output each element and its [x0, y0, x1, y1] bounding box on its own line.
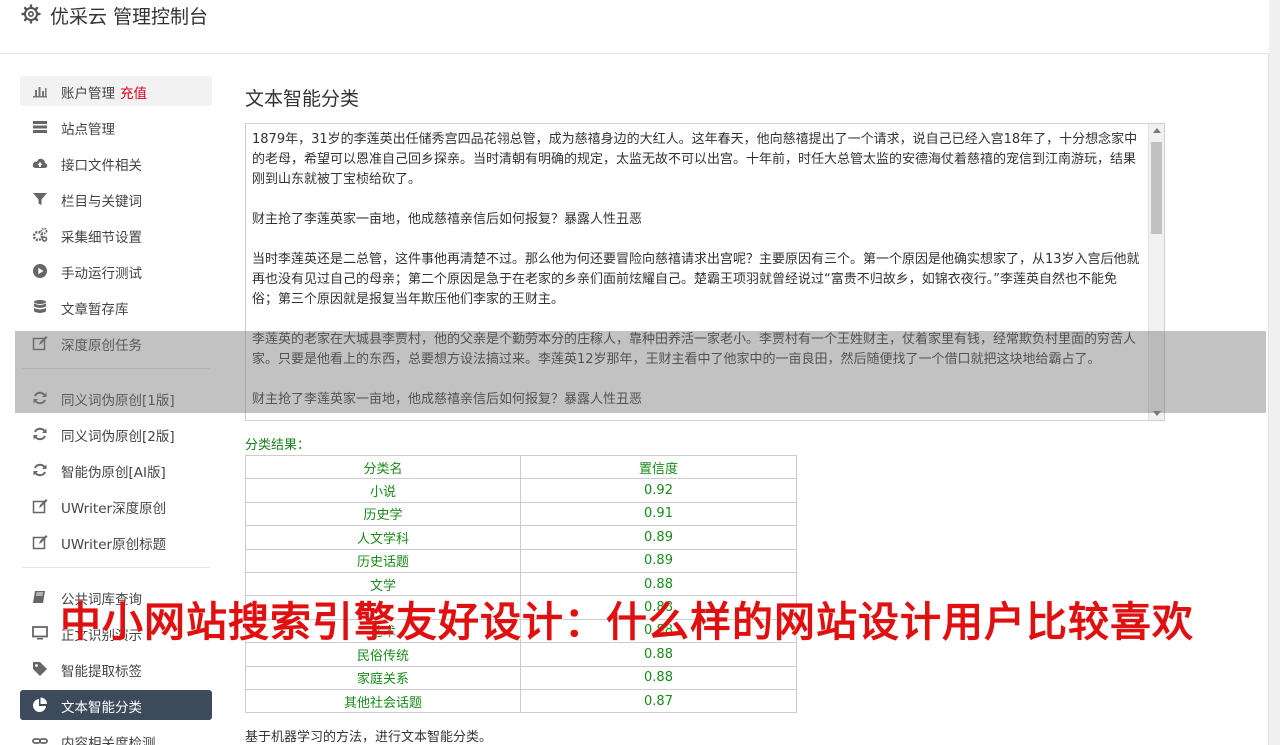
footnote-text: 基于机器学习的方法，进行文本智能分类。: [245, 730, 493, 745]
sidebar-item-label: 同义词伪原创[1版]: [61, 393, 175, 409]
column-header-confidence: 置信度: [520, 454, 797, 480]
sidebar-item-label: 手动运行测试: [61, 266, 142, 282]
category-cell: 家庭关系: [245, 665, 521, 690]
sidebar-item-ai-rewrite[interactable]: 智能伪原创[AI版]: [20, 455, 212, 485]
window-gutter: [1270, 0, 1280, 745]
scroll-down-arrow-icon[interactable]: [1153, 411, 1161, 416]
sidebar-item-uwriter-deep[interactable]: UWriter深度原创: [20, 491, 212, 521]
table-row: 历史话题 0.89: [245, 548, 797, 573]
article-text[interactable]: 1879年，31岁的李莲英出任储秀宫四品花翎总管，成为慈禧身边的大红人。这年春天…: [252, 130, 1142, 420]
sidebar-item-account[interactable]: 账户管理 充值: [20, 76, 212, 106]
book-icon: [33, 591, 45, 603]
sidebar-item-label: 采集细节设置: [61, 230, 142, 246]
refresh-icon: [33, 391, 47, 405]
sidebar-item-label: 内容相关度检测: [61, 736, 156, 745]
table-row: 其他社会话题 0.87: [245, 688, 797, 714]
gears-icon: [32, 227, 48, 242]
link-icon: [32, 738, 48, 744]
sidebar-item-columns-keywords[interactable]: 栏目与关键词: [20, 184, 212, 214]
filter-icon: [33, 193, 47, 205]
table-row: 小说 0.92: [245, 478, 797, 503]
confidence-cell: 0.89: [520, 548, 797, 573]
bar-chart-icon: [33, 87, 47, 98]
sidebar-item-text-classification[interactable]: 文本智能分类: [20, 690, 212, 720]
table-row: 历史学 0.91: [245, 501, 797, 527]
edit-icon: [32, 499, 48, 514]
database-icon: [34, 300, 46, 313]
edit-icon: [32, 336, 48, 351]
sidebar-item-label: 账户管理: [61, 86, 115, 102]
refresh-icon: [33, 427, 47, 441]
refresh-icon: [33, 463, 47, 477]
tag-icon: [33, 662, 47, 676]
pie-chart-icon: [33, 697, 47, 712]
scrollbar-thumb[interactable]: [1151, 142, 1162, 234]
watermark-banner: 中小网站搜索引擎友好设计：什么样的网站设计用户比较喜欢: [60, 598, 1194, 646]
sidebar-item-interface-files[interactable]: 接口文件相关: [20, 148, 212, 178]
page-title: 文本智能分类: [245, 88, 360, 110]
edit-icon: [32, 535, 48, 550]
scroll-up-arrow-icon[interactable]: [1153, 128, 1161, 133]
confidence-cell: 0.89: [520, 525, 797, 550]
sidebar-item-sites[interactable]: 站点管理: [20, 112, 212, 142]
sidebar-item-deep-original[interactable]: 深度原创任务: [20, 328, 212, 358]
category-cell: 小说: [245, 478, 521, 503]
sidebar-item-label: UWriter深度原创: [61, 501, 167, 517]
sidebar-item-label: 栏目与关键词: [61, 194, 142, 210]
sidebar-item-manual-run[interactable]: 手动运行测试: [20, 256, 212, 286]
classification-table: 分类名 置信度 小说 0.92 历史学 0.91 人文学科 0.89 历史话题 0.89…: [245, 454, 797, 714]
table-row: 人文学科 0.89: [245, 525, 797, 550]
sidebar-item-uwriter-title[interactable]: UWriter原创标题: [20, 527, 212, 557]
article-paragraph: 财主抢了李莲英家一亩地，他成慈禧亲信后如何报复？暴露人性丑恶: [252, 392, 643, 407]
sidebar-item-label: 智能提取标签: [61, 664, 142, 680]
sidebar-item-label: 深度原创任务: [61, 338, 142, 354]
sidebar-item-synonym-v2[interactable]: 同义词伪原创[2版]: [20, 419, 212, 449]
server-icon: [33, 121, 47, 133]
textarea-scrollbar[interactable]: [1148, 124, 1164, 420]
monitor-icon: [32, 626, 48, 640]
category-cell: 历史学: [245, 501, 521, 527]
sidebar-item-tag-extraction[interactable]: 智能提取标签: [20, 654, 212, 684]
play-circle-icon: [33, 264, 47, 278]
category-cell: 历史话题: [245, 548, 521, 573]
sidebar-item-relevance-check[interactable]: 内容相关度检测: [20, 726, 212, 745]
sidebar-divider: [22, 567, 210, 568]
category-cell: 其他社会话题: [245, 688, 521, 714]
sidebar-item-label: UWriter原创标题: [61, 537, 167, 553]
confidence-cell: 0.88: [520, 665, 797, 690]
column-header-category: 分类名: [245, 454, 521, 480]
article-paragraph: 当时李莲英还是二总管，这件事他再清楚不过。那么他为何还要冒险向慈禧请求出宫呢？主…: [252, 252, 1140, 307]
gear-icon: [21, 4, 41, 24]
cloud-upload-icon: [32, 158, 48, 168]
table-header-row: 分类名 置信度: [245, 454, 797, 480]
sidebar-item-article-storage[interactable]: 文章暂存库: [20, 292, 212, 322]
sidebar-item-collection-settings[interactable]: 采集细节设置: [20, 220, 212, 250]
sidebar-item-label: 文章暂存库: [61, 302, 129, 318]
article-paragraph: 李莲英的老家在大城县李贾村，他的父亲是个勤劳本分的庄稼人，靠种田养活一家老小。李…: [252, 332, 1137, 367]
sidebar-item-label: 站点管理: [61, 122, 115, 138]
app-title: 优采云 管理控制台: [50, 6, 209, 28]
category-cell: 人文学科: [245, 525, 521, 550]
article-paragraph: 财主抢了李莲英家一亩地，他成慈禧亲信后如何报复？暴露人性丑恶: [252, 212, 643, 227]
recharge-link[interactable]: 充值: [120, 86, 147, 102]
confidence-cell: 0.91: [520, 501, 797, 527]
sidebar-item-synonym-v1[interactable]: 同义词伪原创[1版]: [20, 383, 212, 413]
top-header: 优采云 管理控制台: [0, 0, 1269, 54]
sidebar-item-label: 同义词伪原创[2版]: [61, 429, 175, 445]
sidebar-item-label: 文本智能分类: [61, 700, 142, 716]
article-paragraph: 1879年，31岁的李莲英出任储秀宫四品花翎总管，成为慈禧身边的大红人。这年春天…: [252, 132, 1138, 187]
article-textarea[interactable]: 1879年，31岁的李莲英出任储秀宫四品花翎总管，成为慈禧身边的大红人。这年春天…: [245, 123, 1165, 421]
sidebar-item-label: 接口文件相关: [61, 158, 142, 174]
confidence-cell: 0.87: [520, 688, 797, 714]
sidebar-item-label: 智能伪原创[AI版]: [61, 465, 166, 481]
sidebar-divider: [22, 368, 210, 369]
confidence-cell: 0.92: [520, 478, 797, 503]
table-row: 家庭关系 0.88: [245, 665, 797, 690]
result-label: 分类结果：: [245, 438, 311, 453]
